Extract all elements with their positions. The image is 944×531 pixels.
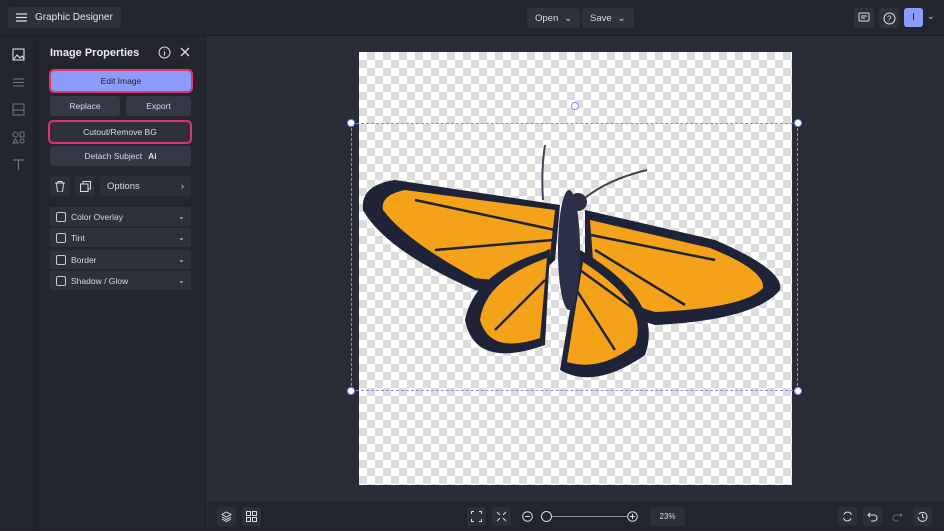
rotate-handle[interactable] xyxy=(571,102,579,110)
close-icon[interactable] xyxy=(180,47,190,57)
ai-badge: Ai xyxy=(148,151,157,161)
chevron-down-icon[interactable]: ⌄ xyxy=(927,11,935,22)
resize-handle-tr[interactable] xyxy=(794,119,802,127)
grid-icon xyxy=(246,511,257,522)
chevron-down-icon: ⌄ xyxy=(177,275,185,285)
resize-handle-br[interactable] xyxy=(794,387,802,395)
chevron-down-icon: ⌄ xyxy=(564,12,573,24)
svg-text:?: ? xyxy=(887,14,892,23)
tool-rail xyxy=(0,36,36,531)
collapse-icon xyxy=(496,511,507,522)
open-label: Open xyxy=(535,12,559,24)
history-button[interactable] xyxy=(913,507,932,526)
chevron-down-icon: ⌄ xyxy=(177,232,185,242)
help-button[interactable]: ? xyxy=(879,8,899,28)
user-avatar[interactable]: I xyxy=(904,8,923,27)
accordion-label: Shadow / Glow xyxy=(71,275,129,286)
app-title: Graphic Designer xyxy=(35,12,113,23)
comments-button[interactable] xyxy=(854,8,874,28)
export-button[interactable]: Export xyxy=(126,96,191,116)
zoom-slider-thumb[interactable] xyxy=(541,511,552,522)
avatar-initial: I xyxy=(912,12,915,23)
accordion-shadow-glow[interactable]: Shadow / Glow ⌄ xyxy=(50,271,191,290)
replace-button[interactable]: Replace xyxy=(50,96,120,116)
bottom-bar: 23% xyxy=(207,501,944,531)
app-menu-button[interactable]: Graphic Designer xyxy=(8,7,121,28)
cutout-remove-bg-button[interactable]: Cutout/Remove BG xyxy=(48,120,192,144)
history-icon xyxy=(917,511,928,522)
image-properties-panel: Image Properties Edit Image Replace Expo… xyxy=(36,36,206,531)
elements-icon[interactable] xyxy=(10,129,26,145)
detach-subject-button[interactable]: Detach Subject Ai xyxy=(50,146,191,166)
duplicate-icon xyxy=(79,180,91,192)
zoom-slider-track[interactable] xyxy=(547,516,627,517)
chevron-right-icon: › xyxy=(180,180,184,192)
accordion-tint[interactable]: Tint ⌄ xyxy=(50,228,191,247)
redo-icon xyxy=(892,512,903,522)
zoom-in-icon[interactable] xyxy=(627,511,638,522)
redo-button[interactable] xyxy=(888,507,907,526)
fit-screen-button[interactable] xyxy=(467,507,486,526)
chevron-down-icon: ⌄ xyxy=(617,12,626,24)
border-checkbox[interactable] xyxy=(56,254,66,265)
options-label: Options xyxy=(107,180,140,192)
top-bar: Graphic Designer Open ⌄ Save ⌄ ? I ⌄ xyxy=(0,0,944,36)
resize-handle-bl[interactable] xyxy=(347,387,355,395)
color-overlay-checkbox[interactable] xyxy=(56,211,66,222)
resize-handle-tl[interactable] xyxy=(347,119,355,127)
accordion-color-overlay[interactable]: Color Overlay ⌄ xyxy=(50,207,191,226)
options-button[interactable]: Options › xyxy=(100,176,191,196)
shadow-glow-checkbox[interactable] xyxy=(56,275,66,286)
save-dropdown[interactable]: Save ⌄ xyxy=(582,8,634,28)
text-tool-icon[interactable] xyxy=(10,156,26,172)
open-dropdown[interactable]: Open ⌄ xyxy=(527,8,581,28)
info-icon[interactable] xyxy=(158,46,171,59)
undo-button[interactable] xyxy=(863,507,882,526)
panel-title: Image Properties xyxy=(50,47,140,59)
layers-button[interactable] xyxy=(217,507,236,526)
tint-checkbox[interactable] xyxy=(56,232,66,243)
layout-icon[interactable] xyxy=(10,101,26,117)
chevron-down-icon: ⌄ xyxy=(177,211,185,221)
adjustments-icon[interactable] xyxy=(10,74,26,90)
grid-button[interactable] xyxy=(242,507,261,526)
refresh-icon xyxy=(843,511,852,522)
accordion-label: Border xyxy=(71,254,97,265)
help-icon: ? xyxy=(883,12,895,24)
expand-icon xyxy=(471,511,482,522)
comment-icon xyxy=(858,12,870,22)
hamburger-icon xyxy=(16,13,27,22)
accordion-label: Tint xyxy=(71,232,85,243)
accordion-border[interactable]: Border ⌄ xyxy=(50,250,191,269)
zoom-out-icon[interactable] xyxy=(522,511,533,522)
layers-icon xyxy=(221,511,232,522)
undo-icon xyxy=(867,512,878,522)
replace-image-button[interactable] xyxy=(838,507,857,526)
shrink-button[interactable] xyxy=(492,507,511,526)
chevron-down-icon: ⌄ xyxy=(177,254,185,264)
edit-image-button[interactable]: Edit Image xyxy=(49,69,193,93)
accordion-label: Color Overlay xyxy=(71,211,123,222)
zoom-level[interactable]: 23% xyxy=(650,507,685,526)
trash-icon xyxy=(55,180,65,192)
delete-button[interactable] xyxy=(50,176,70,196)
selection-box[interactable] xyxy=(347,102,802,395)
save-label: Save xyxy=(590,12,612,24)
image-tool-icon[interactable] xyxy=(10,46,26,62)
detach-label: Detach Subject xyxy=(84,151,143,161)
duplicate-button[interactable] xyxy=(75,176,95,196)
